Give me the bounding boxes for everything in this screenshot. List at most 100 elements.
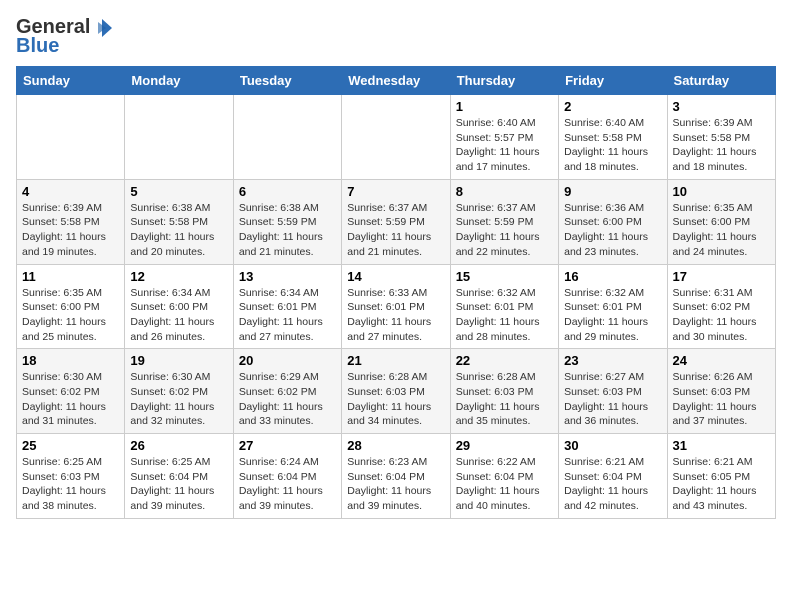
- logo: General Blue: [16, 16, 114, 58]
- day-info: Sunrise: 6:21 AM Sunset: 6:05 PM Dayligh…: [673, 455, 770, 514]
- calendar-cell: 18 Sunrise: 6:30 AM Sunset: 6:02 PM Dayli…: [17, 349, 125, 434]
- day-info: Sunrise: 6:33 AM Sunset: 6:01 PM Dayligh…: [347, 286, 444, 345]
- day-number: 10: [673, 184, 770, 199]
- calendar-cell: 25 Sunrise: 6:25 AM Sunset: 6:03 PM Dayli…: [17, 434, 125, 519]
- day-number: 9: [564, 184, 661, 199]
- day-info: Sunrise: 6:39 AM Sunset: 5:58 PM Dayligh…: [673, 116, 770, 175]
- day-number: 6: [239, 184, 336, 199]
- calendar-cell: 28 Sunrise: 6:23 AM Sunset: 6:04 PM Dayli…: [342, 434, 450, 519]
- calendar-cell: 26 Sunrise: 6:25 AM Sunset: 6:04 PM Dayli…: [125, 434, 233, 519]
- calendar-cell: 8Sunrise: 6:37 AM Sunset: 5:59 PM Daylig…: [450, 179, 558, 264]
- calendar-cell: 17 Sunrise: 6:31 AM Sunset: 6:02 PM Dayli…: [667, 264, 775, 349]
- day-number: 25: [22, 438, 119, 453]
- calendar-cell: [233, 95, 341, 180]
- day-info: Sunrise: 6:38 AM Sunset: 5:58 PM Dayligh…: [130, 201, 227, 260]
- calendar-cell: 7 Sunrise: 6:37 AM Sunset: 5:59 PM Daylig…: [342, 179, 450, 264]
- day-info: Sunrise: 6:35 AM Sunset: 6:00 PM Dayligh…: [22, 286, 119, 345]
- day-number: 27: [239, 438, 336, 453]
- day-info: Sunrise: 6:21 AM Sunset: 6:04 PM Dayligh…: [564, 455, 661, 514]
- day-info: Sunrise: 6:35 AM Sunset: 6:00 PM Dayligh…: [673, 201, 770, 260]
- day-info: Sunrise: 6:34 AM Sunset: 6:01 PM Dayligh…: [239, 286, 336, 345]
- calendar-cell: 11 Sunrise: 6:35 AM Sunset: 6:00 PM Dayli…: [17, 264, 125, 349]
- day-number: 7: [347, 184, 444, 199]
- day-info: Sunrise: 6:37 AM Sunset: 5:59 PM Dayligh…: [347, 201, 444, 260]
- day-info: Sunrise: 6:25 AM Sunset: 6:03 PM Dayligh…: [22, 455, 119, 514]
- calendar-cell: 27 Sunrise: 6:24 AM Sunset: 6:04 PM Dayli…: [233, 434, 341, 519]
- day-number: 13: [239, 269, 336, 284]
- day-info: Sunrise: 6:30 AM Sunset: 6:02 PM Dayligh…: [22, 370, 119, 429]
- logo-bird-icon: [92, 17, 114, 39]
- column-header-thursday: Thursday: [450, 67, 558, 95]
- calendar-cell: 9 Sunrise: 6:36 AM Sunset: 6:00 PM Daylig…: [559, 179, 667, 264]
- day-number: 22: [456, 353, 553, 368]
- day-info: Sunrise: 6:28 AM Sunset: 6:03 PM Dayligh…: [347, 370, 444, 429]
- calendar-header-row: SundayMondayTuesdayWednesdayThursdayFrid…: [17, 67, 776, 95]
- day-info: Sunrise: 6:32 AM Sunset: 6:01 PM Dayligh…: [456, 286, 553, 345]
- calendar-week-row: 4 Sunrise: 6:39 AM Sunset: 5:58 PM Daylig…: [17, 179, 776, 264]
- day-number: 2: [564, 99, 661, 114]
- day-info: Sunrise: 6:34 AM Sunset: 6:00 PM Dayligh…: [130, 286, 227, 345]
- calendar-cell: 4 Sunrise: 6:39 AM Sunset: 5:58 PM Daylig…: [17, 179, 125, 264]
- day-number: 15: [456, 269, 553, 284]
- calendar-cell: [125, 95, 233, 180]
- calendar-cell: 12 Sunrise: 6:34 AM Sunset: 6:00 PM Dayli…: [125, 264, 233, 349]
- calendar-cell: 10 Sunrise: 6:35 AM Sunset: 6:00 PM Dayli…: [667, 179, 775, 264]
- column-header-friday: Friday: [559, 67, 667, 95]
- header: General Blue: [16, 16, 776, 58]
- day-info: Sunrise: 6:40 AM Sunset: 5:58 PM Dayligh…: [564, 116, 661, 175]
- calendar-cell: 23 Sunrise: 6:27 AM Sunset: 6:03 PM Dayli…: [559, 349, 667, 434]
- column-header-tuesday: Tuesday: [233, 67, 341, 95]
- calendar-cell: [17, 95, 125, 180]
- calendar-cell: 31 Sunrise: 6:21 AM Sunset: 6:05 PM Dayli…: [667, 434, 775, 519]
- day-info: Sunrise: 6:26 AM Sunset: 6:03 PM Dayligh…: [673, 370, 770, 429]
- calendar-week-row: 18 Sunrise: 6:30 AM Sunset: 6:02 PM Dayli…: [17, 349, 776, 434]
- day-number: 31: [673, 438, 770, 453]
- day-info: Sunrise: 6:24 AM Sunset: 6:04 PM Dayligh…: [239, 455, 336, 514]
- column-header-wednesday: Wednesday: [342, 67, 450, 95]
- day-info: Sunrise: 6:40 AM Sunset: 5:57 PM Dayligh…: [456, 116, 553, 175]
- day-info: Sunrise: 6:37 AM Sunset: 5:59 PM Dayligh…: [456, 201, 553, 260]
- day-number: 17: [673, 269, 770, 284]
- day-info: Sunrise: 6:36 AM Sunset: 6:00 PM Dayligh…: [564, 201, 661, 260]
- day-number: 28: [347, 438, 444, 453]
- day-info: Sunrise: 6:32 AM Sunset: 6:01 PM Dayligh…: [564, 286, 661, 345]
- day-info: Sunrise: 6:38 AM Sunset: 5:59 PM Dayligh…: [239, 201, 336, 260]
- calendar-cell: 13 Sunrise: 6:34 AM Sunset: 6:01 PM Dayli…: [233, 264, 341, 349]
- calendar-cell: 2 Sunrise: 6:40 AM Sunset: 5:58 PM Daylig…: [559, 95, 667, 180]
- day-number: 26: [130, 438, 227, 453]
- calendar-cell: 16Sunrise: 6:32 AM Sunset: 6:01 PM Dayli…: [559, 264, 667, 349]
- calendar-week-row: 25 Sunrise: 6:25 AM Sunset: 6:03 PM Dayli…: [17, 434, 776, 519]
- day-number: 20: [239, 353, 336, 368]
- calendar-week-row: 11 Sunrise: 6:35 AM Sunset: 6:00 PM Dayli…: [17, 264, 776, 349]
- day-number: 18: [22, 353, 119, 368]
- day-number: 21: [347, 353, 444, 368]
- day-info: Sunrise: 6:22 AM Sunset: 6:04 PM Dayligh…: [456, 455, 553, 514]
- calendar-table: SundayMondayTuesdayWednesdayThursdayFrid…: [16, 66, 776, 519]
- day-info: Sunrise: 6:25 AM Sunset: 6:04 PM Dayligh…: [130, 455, 227, 514]
- calendar-cell: 30 Sunrise: 6:21 AM Sunset: 6:04 PM Dayli…: [559, 434, 667, 519]
- day-number: 1: [456, 99, 553, 114]
- day-number: 30: [564, 438, 661, 453]
- day-info: Sunrise: 6:30 AM Sunset: 6:02 PM Dayligh…: [130, 370, 227, 429]
- day-number: 14: [347, 269, 444, 284]
- column-header-saturday: Saturday: [667, 67, 775, 95]
- day-number: 11: [22, 269, 119, 284]
- day-number: 29: [456, 438, 553, 453]
- calendar-cell: 1 Sunrise: 6:40 AM Sunset: 5:57 PM Daylig…: [450, 95, 558, 180]
- calendar-cell: 14 Sunrise: 6:33 AM Sunset: 6:01 PM Dayli…: [342, 264, 450, 349]
- calendar-cell: 24Sunrise: 6:26 AM Sunset: 6:03 PM Dayli…: [667, 349, 775, 434]
- calendar-cell: 15 Sunrise: 6:32 AM Sunset: 6:01 PM Dayli…: [450, 264, 558, 349]
- calendar-cell: [342, 95, 450, 180]
- day-info: Sunrise: 6:27 AM Sunset: 6:03 PM Dayligh…: [564, 370, 661, 429]
- day-number: 4: [22, 184, 119, 199]
- day-number: 23: [564, 353, 661, 368]
- day-info: Sunrise: 6:31 AM Sunset: 6:02 PM Dayligh…: [673, 286, 770, 345]
- day-number: 12: [130, 269, 227, 284]
- column-header-sunday: Sunday: [17, 67, 125, 95]
- calendar-cell: 29 Sunrise: 6:22 AM Sunset: 6:04 PM Dayli…: [450, 434, 558, 519]
- day-info: Sunrise: 6:23 AM Sunset: 6:04 PM Dayligh…: [347, 455, 444, 514]
- calendar-cell: 3Sunrise: 6:39 AM Sunset: 5:58 PM Daylig…: [667, 95, 775, 180]
- day-info: Sunrise: 6:39 AM Sunset: 5:58 PM Dayligh…: [22, 201, 119, 260]
- calendar-cell: 19Sunrise: 6:30 AM Sunset: 6:02 PM Dayli…: [125, 349, 233, 434]
- calendar-cell: 6 Sunrise: 6:38 AM Sunset: 5:59 PM Daylig…: [233, 179, 341, 264]
